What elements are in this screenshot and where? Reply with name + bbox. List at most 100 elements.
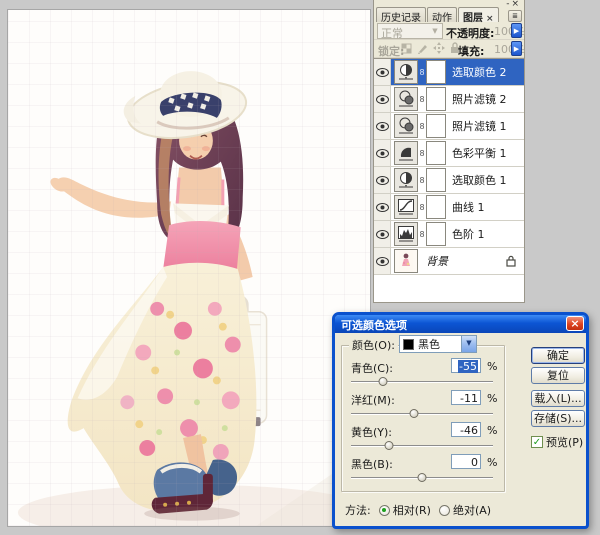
preview-label: 预览(P) [546, 434, 583, 450]
save-button[interactable]: 存储(S)... [531, 410, 585, 427]
layer-name[interactable]: 色彩平衡 1 [452, 145, 507, 161]
layer-name[interactable]: 背景 [426, 253, 448, 269]
layer-mask-thumbnail[interactable] [426, 141, 446, 165]
preview-checkbox-row[interactable]: ✓ 预览(P) [531, 434, 583, 450]
photo-filter-icon[interactable] [394, 114, 418, 138]
visibility-toggle[interactable] [374, 194, 391, 220]
magenta-slider-thumb[interactable] [410, 409, 419, 418]
checkbox-checked-icon[interactable]: ✓ [531, 436, 543, 448]
layer-mask-thumbnail[interactable] [426, 114, 446, 138]
background-thumbnail[interactable] [394, 249, 418, 273]
visibility-toggle[interactable] [374, 86, 391, 112]
color-label: 颜色(O): [349, 337, 398, 353]
cyan-label: 青色(C): [351, 360, 411, 376]
panel-menu-icon[interactable]: ≣ [508, 10, 522, 22]
yellow-label: 黄色(Y): [351, 424, 411, 440]
lock-pixels-brush-icon[interactable] [417, 42, 429, 54]
layer-mask-thumbnail[interactable] [426, 87, 446, 111]
eye-icon [376, 95, 389, 104]
cyan-slider[interactable] [351, 377, 493, 386]
lock-transparency-icon[interactable] [401, 42, 413, 54]
lock-position-move-icon[interactable] [433, 42, 445, 54]
tab-history[interactable]: 历史记录 [376, 7, 426, 22]
layer-mask-thumbnail[interactable] [426, 168, 446, 192]
layer-name[interactable]: 选取颜色 2 [452, 64, 507, 80]
photo-illustration [8, 10, 370, 526]
photo-filter-icon[interactable] [394, 87, 418, 111]
layer-name[interactable]: 照片滤镜 1 [452, 118, 507, 134]
yellow-input[interactable]: -46 [451, 422, 481, 437]
layers-panel: -× 历史记录 动作 图层× ≣ 正常 ▼ 不透明度: 100% ▶ 锁定: [373, 0, 525, 303]
close-icon[interactable]: × [566, 316, 584, 331]
reset-button[interactable]: 复位 [531, 367, 585, 384]
color-balance-icon[interactable] [394, 141, 418, 165]
chevron-down-icon[interactable]: ▼ [461, 336, 476, 352]
layer-row-levels-1[interactable]: 8 色阶 1 [374, 221, 524, 248]
layer-row-selective-color-1[interactable]: 8 选取颜色 1 [374, 167, 524, 194]
layer-name[interactable]: 曲线 1 [452, 199, 485, 215]
layer-row-curves-1[interactable]: 8 曲线 1 [374, 194, 524, 221]
mask-link-icon[interactable]: 8 [418, 203, 426, 212]
tab-actions[interactable]: 动作 [427, 7, 457, 22]
mask-link-icon[interactable]: 8 [418, 149, 426, 158]
layer-row-photo-filter-1[interactable]: 8 照片滤镜 1 [374, 113, 524, 140]
selective-color-icon[interactable] [394, 60, 418, 84]
layer-mask-thumbnail[interactable] [426, 222, 446, 246]
eye-icon [376, 68, 389, 77]
cyan-slider-thumb[interactable] [378, 377, 387, 386]
visibility-toggle[interactable] [374, 167, 391, 193]
magenta-slider[interactable] [351, 409, 493, 418]
layer-row-selective-color-2[interactable]: 8 选取颜色 2 [374, 59, 524, 86]
mask-link-icon[interactable]: 8 [418, 176, 426, 185]
layer-name[interactable]: 选取颜色 1 [452, 172, 507, 188]
layer-row-color-balance-1[interactable]: 8 色彩平衡 1 [374, 140, 524, 167]
color-select[interactable]: 黑色 ▼ [399, 335, 477, 353]
visibility-toggle[interactable] [374, 140, 391, 166]
color-swatch [403, 339, 414, 350]
panel-tabstrip: 历史记录 动作 图层× [376, 7, 506, 22]
layer-name[interactable]: 色阶 1 [452, 226, 485, 242]
black-input[interactable]: 0 [451, 454, 481, 469]
method-absolute-radio[interactable]: 绝对(A) [439, 502, 491, 518]
visibility-toggle[interactable] [374, 221, 391, 247]
magenta-label: 洋红(M): [351, 392, 411, 408]
black-slider-thumb[interactable] [418, 473, 427, 482]
visibility-toggle[interactable] [374, 113, 391, 139]
opacity-flyout-icon[interactable]: ▶ [511, 23, 522, 38]
curves-icon[interactable] [394, 195, 418, 219]
mask-link-icon[interactable]: 8 [418, 68, 426, 77]
mask-link-icon[interactable]: 8 [418, 230, 426, 239]
layer-name[interactable]: 照片滤镜 2 [452, 91, 507, 107]
layer-mask-thumbnail[interactable] [426, 60, 446, 84]
yellow-slider[interactable] [351, 441, 493, 450]
layer-row-background[interactable]: 背景 [374, 248, 524, 275]
lock-fill-row: 锁定: 填充: 100% ▶ [374, 40, 524, 58]
visibility-toggle[interactable] [374, 59, 391, 85]
mask-link-icon[interactable]: 8 [418, 95, 426, 104]
ok-button[interactable]: 确定 [531, 347, 585, 364]
magenta-input[interactable]: -11 [451, 390, 481, 405]
selective-color-icon[interactable] [394, 168, 418, 192]
tab-layers[interactable]: 图层× [458, 7, 499, 22]
black-slider[interactable] [351, 473, 493, 482]
dialog-titlebar[interactable]: 可选颜色选项 × [335, 315, 586, 333]
cyan-input[interactable]: -55 [451, 358, 481, 373]
layer-row-photo-filter-2[interactable]: 8 照片滤镜 2 [374, 86, 524, 113]
visibility-toggle[interactable] [374, 248, 391, 274]
fill-flyout-icon[interactable]: ▶ [511, 41, 522, 56]
load-button[interactable]: 载入(L)... [531, 390, 585, 407]
method-relative-radio[interactable]: 相对(R) [379, 502, 431, 518]
blend-mode-select[interactable]: 正常 ▼ [377, 23, 443, 39]
cyan-unit: % [487, 360, 497, 373]
color-value: 黑色 [418, 336, 440, 352]
levels-icon[interactable] [394, 222, 418, 246]
eye-icon [376, 230, 389, 239]
close-icon[interactable]: × [511, 0, 521, 9]
document-canvas [7, 9, 371, 527]
photoshop-workspace: -× 历史记录 动作 图层× ≣ 正常 ▼ 不透明度: 100% ▶ 锁定: [0, 0, 600, 535]
radio-selected-icon [379, 505, 390, 516]
yellow-slider-thumb[interactable] [385, 441, 394, 450]
mask-link-icon[interactable]: 8 [418, 122, 426, 131]
selective-color-dialog: 可选颜色选项 × 颜色(O): 黑色 ▼ 青色(C): -55 % 洋红(M):… [332, 312, 589, 529]
layer-mask-thumbnail[interactable] [426, 195, 446, 219]
